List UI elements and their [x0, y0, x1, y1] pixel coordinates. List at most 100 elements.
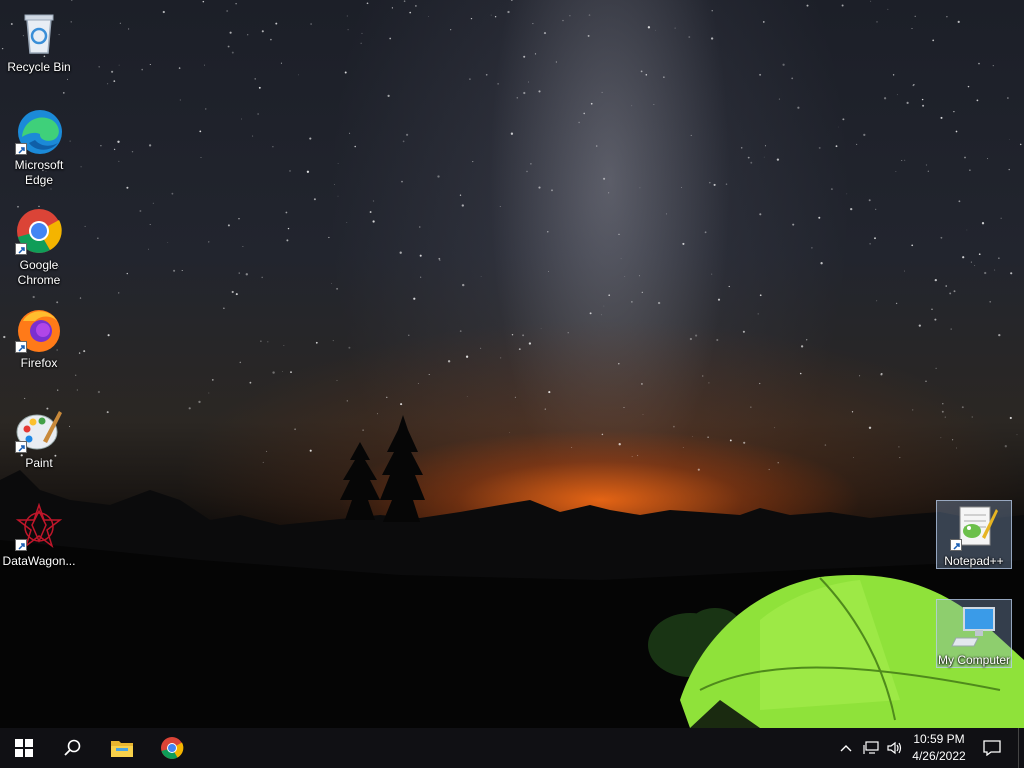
- star: [544, 408, 546, 410]
- star: [922, 104, 925, 107]
- star: [283, 345, 285, 346]
- paint-icon: [15, 405, 63, 453]
- desktop-icon-datawagon[interactable]: DataWagon...: [1, 500, 77, 570]
- star: [336, 379, 338, 382]
- star: [285, 211, 288, 214]
- volume-button[interactable]: [884, 728, 906, 768]
- star: [235, 3, 237, 5]
- star: [499, 357, 502, 359]
- edge-icon: [15, 107, 63, 155]
- star: [275, 22, 278, 25]
- star: [152, 202, 154, 204]
- desktop-icon-google-chrome[interactable]: Google Chrome: [1, 204, 77, 289]
- wallpaper-scene: [0, 0, 1024, 728]
- desktop-icon-firefox[interactable]: Firefox: [1, 302, 77, 372]
- search-button[interactable]: [48, 728, 96, 768]
- star: [895, 302, 898, 305]
- star: [707, 436, 709, 438]
- star: [118, 292, 120, 294]
- star: [702, 375, 704, 377]
- star: [830, 188, 833, 191]
- network-button[interactable]: [860, 728, 882, 768]
- star: [211, 379, 214, 381]
- star: [976, 99, 979, 102]
- star: [205, 108, 207, 110]
- star: [231, 290, 234, 294]
- star: [485, 73, 488, 76]
- desktop-icon-notepad-plus-plus[interactable]: Notepad++: [936, 500, 1012, 569]
- show-desktop-button[interactable]: [1018, 728, 1024, 768]
- star: [710, 37, 714, 40]
- star: [946, 16, 948, 18]
- star: [470, 17, 473, 20]
- star: [750, 406, 752, 408]
- taskbar-clock[interactable]: 10:59 PM 4/26/2022: [904, 731, 974, 765]
- taskbar-google-chrome[interactable]: [148, 728, 196, 768]
- desktop-icon-recycle-bin[interactable]: Recycle Bin: [1, 6, 77, 76]
- star: [261, 276, 263, 279]
- star: [80, 166, 82, 168]
- star: [538, 186, 541, 189]
- star: [608, 294, 611, 297]
- star: [79, 297, 82, 299]
- star: [981, 222, 985, 225]
- star: [887, 8, 889, 10]
- star: [400, 403, 403, 406]
- star: [578, 121, 580, 124]
- star: [729, 439, 732, 442]
- star: [944, 416, 946, 418]
- star: [869, 243, 871, 245]
- star: [346, 222, 348, 223]
- start-button[interactable]: [0, 728, 48, 768]
- star: [83, 350, 86, 353]
- star: [940, 437, 942, 439]
- star: [518, 348, 521, 351]
- star: [538, 90, 541, 93]
- star: [306, 170, 310, 173]
- star: [883, 97, 887, 100]
- star: [940, 236, 943, 239]
- recycle-bin-icon: [15, 9, 63, 57]
- star: [198, 400, 201, 404]
- star: [272, 371, 275, 374]
- star: [1008, 138, 1010, 140]
- action-center-button[interactable]: [978, 728, 1006, 768]
- taskbar-file-explorer[interactable]: [98, 728, 146, 768]
- star: [227, 45, 230, 48]
- desktop-icon-paint[interactable]: Paint: [1, 402, 77, 472]
- star: [647, 26, 651, 29]
- star: [925, 380, 927, 382]
- star: [1000, 217, 1002, 219]
- star: [589, 312, 592, 315]
- star: [645, 74, 648, 76]
- star: [853, 457, 854, 458]
- star: [427, 16, 429, 17]
- star: [290, 371, 292, 373]
- star: [841, 4, 844, 7]
- show-hidden-icons-button[interactable]: [836, 728, 856, 768]
- star: [419, 226, 421, 228]
- star: [763, 156, 765, 158]
- star: [408, 334, 410, 336]
- star: [835, 145, 838, 148]
- star: [362, 429, 364, 431]
- star: [113, 148, 116, 151]
- star: [111, 70, 114, 73]
- star: [863, 133, 866, 137]
- star: [774, 427, 776, 429]
- star: [640, 70, 643, 73]
- desktop-icon-my-computer[interactable]: My Computer: [936, 599, 1012, 668]
- star: [386, 396, 388, 398]
- star: [252, 135, 254, 137]
- star: [465, 355, 469, 358]
- desktop-wallpaper[interactable]: Recycle Bin Microsoft Edge Google Chrome: [0, 0, 1024, 728]
- star: [708, 382, 710, 384]
- star: [439, 259, 441, 261]
- star: [961, 406, 964, 409]
- star: [119, 22, 121, 24]
- star: [618, 443, 621, 446]
- star: [417, 382, 419, 385]
- desktop-icon-microsoft-edge[interactable]: Microsoft Edge: [1, 104, 77, 189]
- star: [588, 14, 591, 16]
- star: [587, 34, 590, 37]
